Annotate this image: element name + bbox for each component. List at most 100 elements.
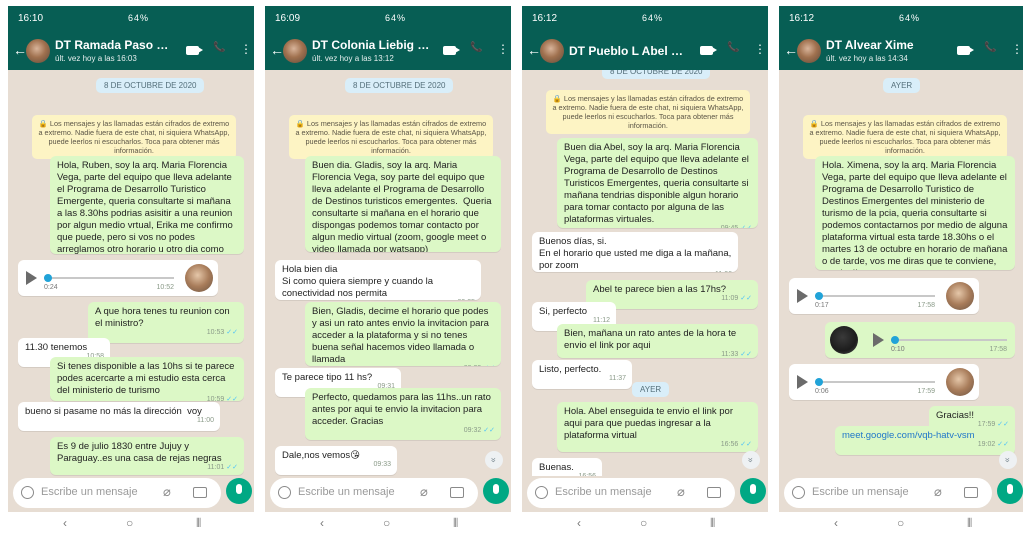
date-chip: AYER: [632, 382, 670, 397]
phone-call-icon[interactable]: 📞: [984, 42, 996, 53]
outgoing-message[interactable]: A que hora tenes tu reunion con el minis…: [88, 302, 244, 343]
voice-message[interactable]: 0:17 17:58: [789, 278, 979, 314]
nav-back-icon[interactable]: ‹: [63, 516, 67, 530]
scroll-down-icon[interactable]: »: [742, 451, 760, 469]
audio-scrubber[interactable]: [815, 378, 823, 386]
outgoing-message[interactable]: meet.google.com/vqb-hatv-vsm 19:02 ✓✓: [835, 426, 1015, 455]
nav-recents-icon[interactable]: ⦀: [453, 516, 458, 531]
audio-scrubber[interactable]: [815, 292, 823, 300]
nav-recents-icon[interactable]: ⦀: [196, 516, 201, 531]
audio-track[interactable]: [44, 277, 174, 279]
message-time: 16:56 ✓✓: [720, 441, 752, 448]
outgoing-message[interactable]: Es 9 de julio 1830 entre Jujuy y Paragua…: [50, 437, 244, 475]
outgoing-message[interactable]: Si tenes disponible a las 10hs si te par…: [50, 357, 244, 401]
nav-home-icon[interactable]: ○: [897, 516, 904, 530]
audio-track[interactable]: [815, 295, 935, 297]
video-call-icon[interactable]: [443, 46, 460, 55]
scroll-down-icon[interactable]: »: [485, 451, 503, 469]
camera-icon[interactable]: [193, 487, 207, 498]
status-bar: 16:09 64%: [265, 6, 511, 32]
nav-recents-icon[interactable]: ⦀: [710, 516, 715, 531]
nav-back-icon[interactable]: ‹: [834, 516, 838, 530]
emoji-icon[interactable]: [792, 486, 805, 499]
incoming-message[interactable]: Dale,nos vemos😘 09:33: [275, 446, 397, 475]
play-icon[interactable]: [797, 289, 808, 303]
encryption-notice[interactable]: 🔒 Los mensajes y las llamadas están cifr…: [803, 115, 1007, 159]
more-options-icon[interactable]: ⋮: [240, 42, 252, 56]
video-call-icon[interactable]: [700, 46, 717, 55]
outgoing-message[interactable]: Buen dia Abel, soy la arq. Maria Florenc…: [557, 138, 758, 228]
outgoing-message[interactable]: Bien, Gladis, decime el horario que pode…: [305, 302, 501, 366]
message-input[interactable]: Escribe un mensaje ⌀: [784, 478, 992, 508]
attach-icon[interactable]: ⌀: [163, 484, 171, 500]
nav-home-icon[interactable]: ○: [383, 516, 390, 530]
audio-scrubber[interactable]: [891, 336, 899, 344]
nav-home-icon[interactable]: ○: [640, 516, 647, 530]
message-input[interactable]: Escribe un mensaje ⌀: [527, 478, 735, 508]
mic-icon[interactable]: [226, 478, 252, 504]
incoming-message[interactable]: Listo, perfecto. 11:37: [532, 360, 632, 389]
back-arrow-icon[interactable]: ←: [270, 42, 284, 58]
contact-avatar[interactable]: [797, 39, 821, 63]
contact-name[interactable]: DT Ramada Paso Rube...: [55, 38, 175, 52]
nav-back-icon[interactable]: ‹: [577, 516, 581, 530]
mic-icon[interactable]: [997, 478, 1023, 504]
voice-message[interactable]: 0:06 17:59: [789, 364, 979, 400]
nav-recents-icon[interactable]: ⦀: [967, 516, 972, 531]
camera-icon[interactable]: [707, 487, 721, 498]
video-call-icon[interactable]: [957, 46, 974, 55]
outgoing-message[interactable]: Hola. Abel enseguida te envio el link po…: [557, 402, 758, 452]
back-arrow-icon[interactable]: ←: [527, 42, 541, 58]
back-arrow-icon[interactable]: ←: [784, 42, 798, 58]
outgoing-message[interactable]: Hola. Ximena, soy la arq. Maria Florenci…: [815, 156, 1015, 270]
outgoing-message[interactable]: Buen dia. Gladis, soy la arq. Maria Flor…: [305, 156, 501, 252]
play-icon[interactable]: [873, 333, 884, 347]
contact-name[interactable]: DT Colonia Liebig Gladi...: [312, 38, 432, 52]
attach-icon[interactable]: ⌀: [934, 484, 942, 500]
message-input[interactable]: Escribe un mensaje ⌀: [13, 478, 221, 508]
contact-avatar[interactable]: [26, 39, 50, 63]
mic-icon[interactable]: [740, 478, 766, 504]
scroll-down-icon[interactable]: »: [999, 451, 1017, 469]
attach-icon[interactable]: ⌀: [420, 484, 428, 500]
voice-message[interactable]: 0:10 17:58: [825, 322, 1015, 358]
incoming-message[interactable]: Buenos días, si. En el horario que usted…: [532, 232, 738, 272]
message-input[interactable]: Escribe un mensaje ⌀: [270, 478, 478, 508]
more-options-icon[interactable]: ⋮: [1011, 42, 1023, 56]
outgoing-message[interactable]: Perfecto, quedamos para las 11hs..un rat…: [305, 388, 501, 440]
camera-icon[interactable]: [450, 487, 464, 498]
encryption-notice[interactable]: 🔒 Los mensajes y las llamadas están cifr…: [32, 115, 236, 159]
nav-home-icon[interactable]: ○: [126, 516, 133, 530]
encryption-notice[interactable]: 🔒 Los mensajes y las llamadas están cifr…: [289, 115, 493, 159]
audio-scrubber[interactable]: [44, 274, 52, 282]
incoming-message[interactable]: Buenas.16:56: [532, 458, 602, 476]
back-arrow-icon[interactable]: ←: [13, 42, 27, 58]
voice-message[interactable]: 0:24 10:52: [18, 260, 218, 296]
nav-back-icon[interactable]: ‹: [320, 516, 324, 530]
incoming-message[interactable]: Hola bien dia Si como quiera siempre y c…: [275, 260, 481, 300]
contact-avatar[interactable]: [283, 39, 307, 63]
contact-name[interactable]: DT Pueblo L Abel Chia: [569, 44, 689, 58]
audio-track[interactable]: [891, 339, 1007, 341]
emoji-icon[interactable]: [535, 486, 548, 499]
mic-icon[interactable]: [483, 478, 509, 504]
audio-track[interactable]: [815, 381, 935, 383]
incoming-message[interactable]: bueno si pasame no más la dirección voy 1…: [18, 402, 220, 431]
contact-avatar[interactable]: [540, 39, 564, 63]
attach-icon[interactable]: ⌀: [677, 484, 685, 500]
camera-icon[interactable]: [964, 487, 978, 498]
play-icon[interactable]: [26, 271, 37, 285]
phone-call-icon[interactable]: 📞: [470, 42, 482, 53]
phone-call-icon[interactable]: 📞: [213, 42, 225, 53]
more-options-icon[interactable]: ⋮: [497, 42, 509, 56]
contact-name[interactable]: DT Alvear Xime: [826, 38, 946, 52]
outgoing-message[interactable]: Bien, mañana un rato antes de la hora te…: [557, 324, 758, 358]
emoji-icon[interactable]: [278, 486, 291, 499]
outgoing-message[interactable]: Hola, Ruben, soy la arq. Maria Florencia…: [50, 156, 244, 254]
emoji-icon[interactable]: [21, 486, 34, 499]
video-call-icon[interactable]: [186, 46, 203, 55]
play-icon[interactable]: [797, 375, 808, 389]
phone-call-icon[interactable]: 📞: [727, 42, 739, 53]
more-options-icon[interactable]: ⋮: [754, 42, 766, 56]
encryption-notice[interactable]: 🔒 Los mensajes y las llamadas están cifr…: [546, 90, 750, 134]
